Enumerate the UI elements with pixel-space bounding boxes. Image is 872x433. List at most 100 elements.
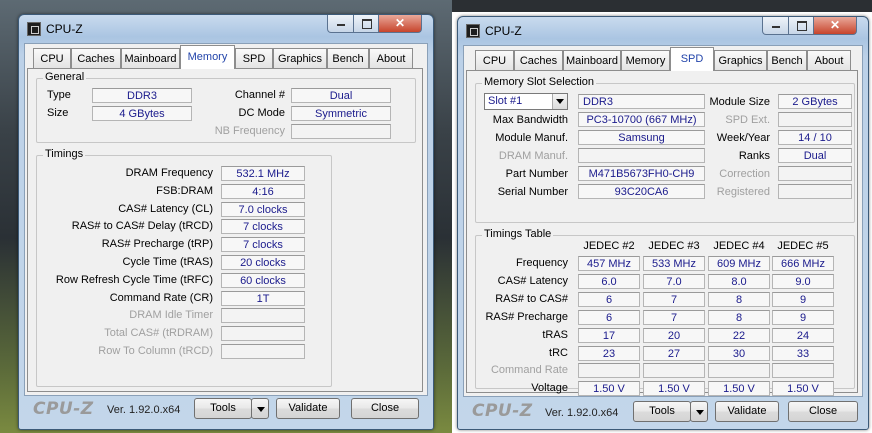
timing-label: Command Rate (CR) [109,291,213,304]
minimize-button[interactable] [762,17,789,35]
part-number-value: M471B5673FH0-CH9 [578,166,705,181]
close-button[interactable]: Close [788,401,858,422]
timings-cell: 457 MHz [578,256,640,271]
timings-cell: 8 [708,291,770,307]
maximize-button[interactable] [353,15,379,33]
timing-label: Row Refresh Cycle Time (tRFC) [55,273,213,286]
serial-number-value: 93C20CA6 [578,184,705,199]
module-manuf-value: Samsung [578,130,705,145]
tab-cpu[interactable]: CPU [475,50,514,70]
timing-value: 532.1 MHz [221,166,305,181]
timing-value: 7 clocks [221,219,305,235]
timings-cell: 7 [643,291,705,307]
timings-cell: 8 [708,309,770,325]
channel-value: Dual [291,88,391,103]
tab-graphics[interactable]: Graphics [714,50,767,70]
timings-cell: 6 [578,309,640,325]
timings-cell: 9 [772,309,834,325]
max-bandwidth-value: PC3-10700 (667 MHz) [578,112,705,127]
jedec-column-header: JEDEC #4 [713,240,765,252]
tab-mainboard[interactable]: Mainboard [121,48,180,68]
window-title: CPU-Z [485,24,522,38]
dcmode-label: DC Mode [238,107,285,119]
timings-cell [643,363,705,379]
title-bar[interactable]: CPU-Z ✕ [458,17,868,45]
nbfreq-label: NB Frequency [214,125,285,137]
slot-select-value: Slot #1 [488,95,523,107]
cpuz-app-icon [27,22,41,36]
timing-value: 1T [221,290,305,306]
channel-label: Channel # [234,89,285,101]
validate-button[interactable]: Validate [715,401,779,422]
tab-graphics[interactable]: Graphics [273,48,327,68]
close-button[interactable]: Close [351,398,419,419]
timings-cell: 8.0 [708,273,770,289]
timings-cell: 1.50 V [708,381,770,397]
timing-value: 20 clocks [221,255,305,270]
chevron-down-icon[interactable] [552,94,567,109]
tab-memory[interactable]: Memory [180,45,235,69]
timing-label: CAS# Latency (CL) [118,202,213,215]
timing-label: DRAM Frequency [125,167,213,179]
window-title: CPU-Z [46,22,83,36]
client-area: CPU Caches Mainboard Memory SPD Graphics Bench… [24,43,428,396]
minimize-button[interactable] [327,15,354,33]
client-area: CPU Caches Mainboard Memory SPD Graphics Bench… [463,45,863,397]
registered-label: Registered [716,186,770,198]
slot-type-value: DDR3 [578,94,705,109]
cpuz-window-memory: CPU-Z ✕ CPU Caches Mainboard Memory SPD Graph… [18,14,434,430]
general-group-title: General [43,71,87,83]
slot-select[interactable]: Slot #1 [484,93,568,110]
timings-table-group: Timings Table JEDEC #2 JEDEC #3 JEDEC #4 JE… [475,228,855,397]
type-value: DDR3 [92,88,192,103]
dram-manuf-label: DRAM Manuf. [498,150,568,162]
tools-button[interactable]: Tools [194,398,252,419]
jedec-column-header: JEDEC #5 [777,240,829,252]
timing-value [221,308,305,324]
tab-spd[interactable]: SPD [670,47,714,71]
tab-memory[interactable]: Memory [621,50,670,70]
timings-row-label: RAS# Precharge [485,310,568,323]
part-number-label: Part Number [505,168,568,180]
timings-group-title: Timings [43,148,86,160]
tab-mainboard[interactable]: Mainboard [563,50,621,70]
background-strip [452,0,872,12]
slot-group-title: Memory Slot Selection [482,76,597,88]
close-window-button[interactable]: ✕ [378,15,422,33]
timings-cell: 24 [772,327,834,343]
tab-about[interactable]: About [369,48,413,68]
tools-dropdown-button[interactable] [251,398,269,419]
tab-caches[interactable]: Caches [514,50,563,70]
timing-value [221,326,305,342]
spd-tab-panel: Memory Slot Selection Slot #1 DDR3 Modul… [466,70,858,397]
timings-cell: 609 MHz [708,256,770,271]
timings-cell: 23 [578,345,640,361]
timings-row-label: Voltage [531,382,568,395]
timings-row-label: CAS# Latency [497,274,568,287]
tab-cpu[interactable]: CPU [33,48,71,68]
timings-row-label: tRAS [542,328,568,341]
tab-bench[interactable]: Bench [327,48,369,68]
tools-dropdown-button[interactable] [690,401,708,422]
close-window-button[interactable]: ✕ [813,17,857,35]
general-group: General Type DDR3 Size 4 GBytes Channel … [36,71,416,143]
tools-button[interactable]: Tools [633,401,691,422]
tab-bench[interactable]: Bench [767,50,807,70]
cpuz-logo: CPU-Z [472,401,533,421]
correction-label: Correction [719,168,770,180]
timings-cell: 20 [643,327,705,343]
title-bar[interactable]: CPU-Z ✕ [19,15,433,43]
timings-cell [708,363,770,379]
timings-cell: 666 MHz [772,256,834,271]
tab-caches[interactable]: Caches [71,48,121,68]
maximize-button[interactable] [788,17,814,35]
tab-about[interactable]: About [807,50,851,70]
timings-cell: 9 [772,291,834,307]
timings-cell: 6 [578,291,640,307]
dram-manuf-value [578,148,705,163]
timing-label: RAS# to CAS# Delay (tRCD) [71,220,213,233]
timing-label: Total CAS# (tRDRAM) [104,327,213,340]
jedec-column-header: JEDEC #3 [648,240,700,252]
validate-button[interactable]: Validate [276,398,340,419]
tab-spd[interactable]: SPD [235,48,273,68]
